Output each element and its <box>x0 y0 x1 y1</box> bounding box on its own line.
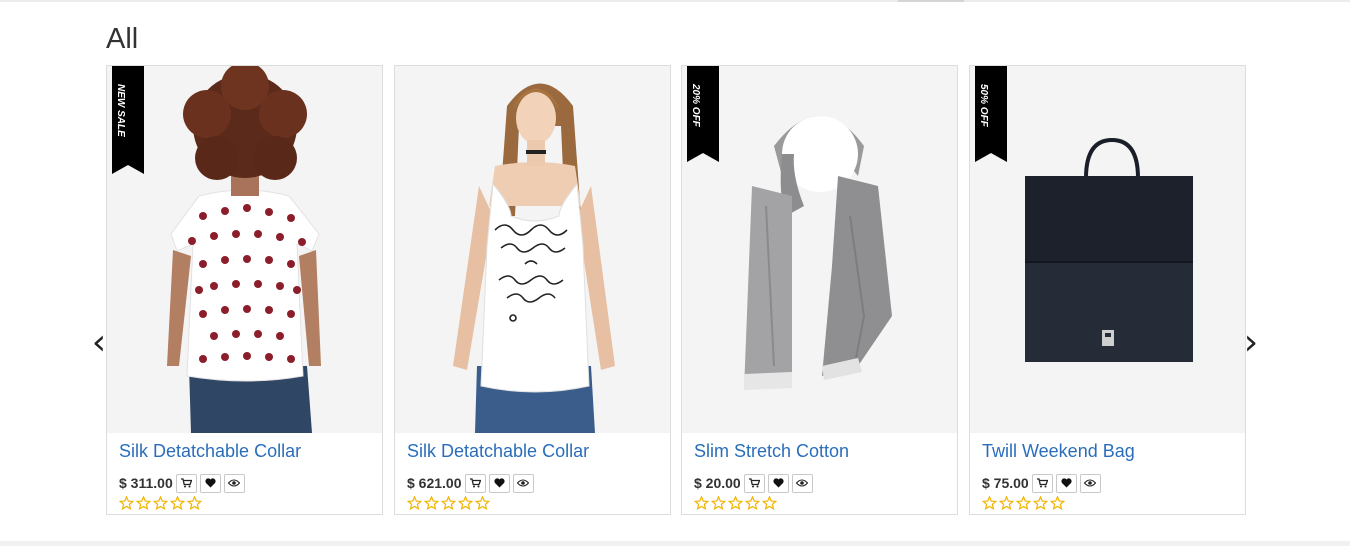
star-icon <box>1050 496 1065 510</box>
product-title[interactable]: Slim Stretch Cotton <box>694 441 849 462</box>
add-to-cart-button[interactable] <box>175 473 197 493</box>
star-icon <box>762 496 777 510</box>
star-icon <box>407 496 422 510</box>
heart-icon <box>205 478 216 488</box>
cart-icon <box>469 478 481 488</box>
star-icon <box>728 496 743 510</box>
badge-ribbon: 20% OFF <box>687 66 719 174</box>
star-icon <box>136 496 151 510</box>
star-rating <box>982 496 1067 510</box>
badge-ribbon: 50% OFF <box>975 66 1007 174</box>
product-price: $ 75.00 <box>982 475 1029 491</box>
price-row: $ 20.00 <box>694 472 816 494</box>
star-rating <box>119 496 204 510</box>
star-icon <box>745 496 760 510</box>
star-icon <box>441 496 456 510</box>
product-image[interactable] <box>395 66 670 433</box>
wishlist-button[interactable] <box>488 473 510 493</box>
eye-icon <box>517 479 529 487</box>
eye-icon <box>796 479 809 487</box>
star-icon <box>170 496 185 510</box>
price-row: $ 75.00 <box>982 472 1104 494</box>
star-icon <box>119 496 134 510</box>
quickview-button[interactable] <box>223 473 245 493</box>
cart-icon <box>180 478 192 488</box>
badge-ribbon: NEW SALE <box>112 66 144 174</box>
top-divider <box>0 0 1350 2</box>
star-rating <box>407 496 492 510</box>
cart-icon <box>748 478 760 488</box>
bottom-divider <box>0 541 1350 546</box>
price-row: $ 621.00 <box>407 472 537 494</box>
product-price: $ 20.00 <box>694 475 741 491</box>
product-title[interactable]: Silk Detatchable Collar <box>407 441 589 462</box>
star-icon <box>982 496 997 510</box>
quickview-button[interactable] <box>512 473 534 493</box>
eye-icon <box>228 479 241 487</box>
wishlist-button[interactable] <box>199 473 221 493</box>
add-to-cart-button[interactable] <box>1031 473 1053 493</box>
top-divider-mark <box>898 0 964 2</box>
product-card[interactable]: 50% OFF Twill Weekend Bag $ 75.00 <box>969 65 1246 515</box>
product-card[interactable]: Silk Detatchable Collar $ 621.00 <box>394 65 671 515</box>
star-icon <box>424 496 439 510</box>
star-icon <box>187 496 202 510</box>
quickview-button[interactable] <box>791 473 813 493</box>
star-icon <box>1033 496 1048 510</box>
heart-icon <box>773 478 784 488</box>
product-image[interactable]: 50% OFF <box>970 66 1245 433</box>
wishlist-button[interactable] <box>767 473 789 493</box>
price-row: $ 311.00 <box>119 472 248 494</box>
quickview-button[interactable] <box>1079 473 1101 493</box>
product-title[interactable]: Twill Weekend Bag <box>982 441 1135 462</box>
heart-icon <box>1061 478 1072 488</box>
star-icon <box>475 496 490 510</box>
badge-label: 20% OFF <box>690 84 701 127</box>
badge-label: NEW SALE <box>115 84 126 137</box>
star-rating <box>694 496 779 510</box>
cart-icon <box>1036 478 1048 488</box>
heart-icon <box>493 478 505 488</box>
add-to-cart-button[interactable] <box>464 473 486 493</box>
product-card[interactable]: NEW SALE Silk Detatchable Collar $ 311.0… <box>106 65 383 515</box>
star-icon <box>694 496 709 510</box>
star-icon <box>153 496 168 510</box>
product-image[interactable]: 20% OFF <box>682 66 957 433</box>
badge-label: 50% OFF <box>978 84 989 127</box>
product-title[interactable]: Silk Detatchable Collar <box>119 441 301 462</box>
add-to-cart-button[interactable] <box>743 473 765 493</box>
product-price: $ 311.00 <box>119 475 173 491</box>
section-title: All <box>106 23 139 55</box>
star-icon <box>999 496 1014 510</box>
product-card[interactable]: 20% OFF Slim Stretch Cotton $ 20.00 <box>681 65 958 515</box>
star-icon <box>458 496 473 510</box>
star-icon <box>1016 496 1031 510</box>
product-image[interactable]: NEW SALE <box>107 66 382 433</box>
eye-icon <box>1084 479 1097 487</box>
star-icon <box>711 496 726 510</box>
product-price: $ 621.00 <box>407 475 462 491</box>
wishlist-button[interactable] <box>1055 473 1077 493</box>
